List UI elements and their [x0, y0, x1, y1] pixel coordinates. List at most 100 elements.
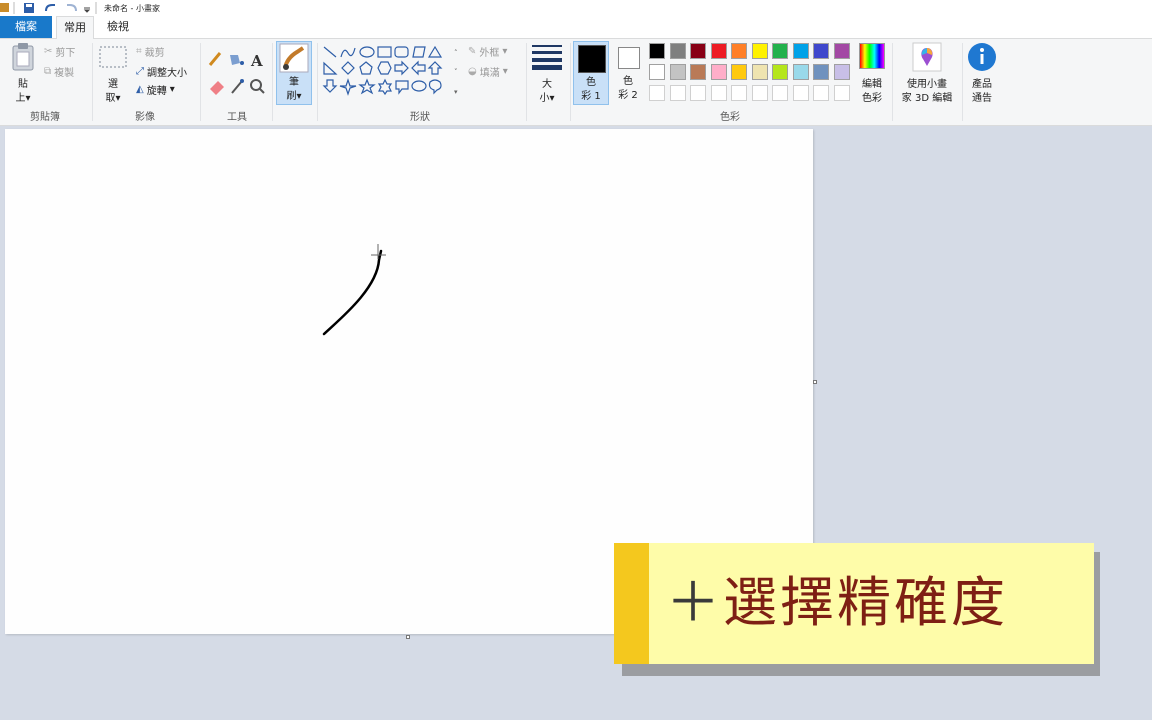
resize-handle-bottom[interactable]	[406, 635, 410, 639]
curve-shape-icon[interactable]	[340, 47, 356, 58]
polygon-shape-icon[interactable]	[412, 46, 426, 58]
palette-swatch[interactable]	[751, 64, 768, 80]
pencil-icon[interactable]	[208, 52, 222, 66]
color-1-button[interactable]: 色 彩 1	[573, 41, 609, 105]
palette-swatch[interactable]	[690, 64, 706, 80]
palette-swatch[interactable]	[649, 43, 665, 59]
palette-swatch[interactable]	[813, 64, 829, 80]
palette-swatch[interactable]	[731, 43, 747, 59]
expand-gallery-icon[interactable]: ▾	[454, 88, 458, 96]
cut-button[interactable]: ✂ 剪下	[44, 44, 75, 59]
pentagon-shape-icon[interactable]	[359, 61, 373, 75]
brushes-button[interactable]: 筆 刷▾	[276, 41, 312, 105]
select-button[interactable]: 選 取▾	[97, 42, 129, 106]
five-point-star-icon[interactable]	[358, 78, 376, 95]
resize-handle-right[interactable]	[813, 380, 817, 384]
resize-button[interactable]: ⤢ 調整大小	[136, 64, 187, 79]
edit-colors-button[interactable]: 編輯 色彩	[856, 42, 888, 106]
scroll-up-icon[interactable]: ˄	[454, 49, 458, 57]
palette-swatch[interactable]	[690, 43, 706, 59]
left-arrow-shape-icon[interactable]	[411, 60, 426, 76]
undo-icon[interactable]	[45, 4, 55, 12]
chevron-down-icon: ▾	[549, 93, 555, 104]
color-1-label: 色	[586, 77, 596, 88]
window-title: 未命名 - 小畫家	[104, 4, 160, 13]
text-tool-icon[interactable]: A	[250, 52, 263, 70]
palette-swatch[interactable]	[772, 64, 788, 80]
palette-swatch[interactable]	[751, 43, 768, 59]
rotate-button[interactable]: ◭ 旋轉 ▾	[136, 82, 175, 97]
paste-button[interactable]: 貼 上▾	[8, 42, 38, 106]
crop-label: 裁剪	[144, 48, 165, 59]
ribbon-separator	[892, 43, 893, 121]
fill-bucket-icon[interactable]	[230, 55, 244, 65]
palette-swatch[interactable]	[792, 43, 809, 59]
tab-view[interactable]: 檢視	[98, 16, 138, 38]
palette-empty-swatch[interactable]	[833, 85, 850, 101]
fill-button[interactable]: ◒ 填滿 ▾	[468, 64, 508, 79]
palette-empty-swatch[interactable]	[690, 85, 706, 101]
palette-empty-swatch[interactable]	[731, 85, 747, 101]
oval-shape-icon[interactable]	[359, 46, 375, 58]
line-shape-icon[interactable]	[323, 46, 337, 58]
palette-swatch[interactable]	[649, 64, 665, 80]
palette-empty-swatch[interactable]	[710, 85, 727, 101]
quick-access-toolbar	[0, 2, 100, 14]
diamond-shape-icon[interactable]	[341, 61, 355, 75]
redo-icon[interactable]	[67, 4, 77, 12]
tab-file[interactable]: 檔案	[0, 16, 52, 38]
four-point-star-icon[interactable]	[339, 78, 357, 96]
palette-swatch[interactable]	[792, 64, 809, 80]
caption-text: ＋選擇精確度	[666, 567, 1008, 639]
palette-empty-swatch[interactable]	[649, 85, 665, 101]
rectangular-callout-icon[interactable]	[395, 80, 409, 95]
shapes-gallery[interactable]: ˄ ˅ ▾	[322, 44, 462, 102]
customize-qa-icon[interactable]	[83, 7, 91, 13]
palette-swatch[interactable]	[833, 43, 850, 59]
palette-empty-swatch[interactable]	[751, 85, 768, 101]
palette-swatch[interactable]	[710, 43, 727, 59]
crop-button[interactable]: ⌗ 裁剪	[136, 44, 165, 59]
palette-swatch[interactable]	[731, 64, 747, 80]
eraser-icon[interactable]	[210, 81, 224, 95]
hexagon-shape-icon[interactable]	[377, 61, 392, 75]
color-2-swatch	[618, 47, 640, 69]
oval-callout-icon[interactable]	[411, 80, 427, 92]
up-arrow-shape-icon[interactable]	[427, 61, 443, 75]
save-icon[interactable]	[24, 3, 34, 13]
palette-swatch[interactable]	[833, 64, 850, 80]
rounded-rectangle-shape-icon[interactable]	[394, 46, 409, 58]
palette-empty-swatch[interactable]	[792, 85, 809, 101]
palette-empty-swatch[interactable]	[813, 85, 829, 101]
size-button[interactable]: 大 小▾	[530, 42, 564, 106]
right-arrow-shape-icon[interactable]	[394, 60, 409, 76]
palette-swatch[interactable]	[772, 43, 788, 59]
cloud-callout-icon[interactable]	[428, 79, 442, 95]
palette-empty-swatch[interactable]	[669, 85, 686, 101]
outline-button[interactable]: ✎ 外框 ▾	[468, 44, 507, 59]
palette-swatch[interactable]	[669, 43, 686, 59]
palette-swatch[interactable]	[669, 64, 686, 80]
scissors-icon: ✂	[44, 46, 53, 57]
scroll-down-icon[interactable]: ˅	[454, 68, 458, 76]
right-triangle-shape-icon[interactable]	[323, 61, 338, 75]
rotate-icon: ◭	[136, 84, 144, 95]
rectangle-shape-icon[interactable]	[377, 46, 392, 58]
paint-3d-button[interactable]: 使用小畫 家 3D 編輯	[896, 42, 958, 106]
tools-grid: A	[208, 52, 265, 95]
tab-home[interactable]: 常用	[56, 16, 94, 40]
color-picker-icon[interactable]	[231, 79, 244, 94]
copy-button[interactable]: ⧉ 複製	[44, 64, 74, 79]
palette-swatch[interactable]	[710, 64, 727, 80]
product-alert-button[interactable]: 產品 通告	[964, 42, 1000, 106]
color-2-button[interactable]: 色 彩 2	[612, 41, 646, 105]
magnifier-icon[interactable]	[250, 79, 265, 94]
palette-empty-swatch[interactable]	[772, 85, 788, 101]
palette-swatch[interactable]	[813, 43, 829, 59]
six-point-star-icon[interactable]	[377, 78, 393, 96]
edit-colors-label: 編輯	[862, 79, 882, 90]
triangle-shape-icon[interactable]	[427, 45, 443, 58]
down-arrow-shape-icon[interactable]	[322, 79, 338, 93]
outline-label: 外框	[479, 48, 500, 59]
ribbon-separator	[92, 43, 93, 121]
